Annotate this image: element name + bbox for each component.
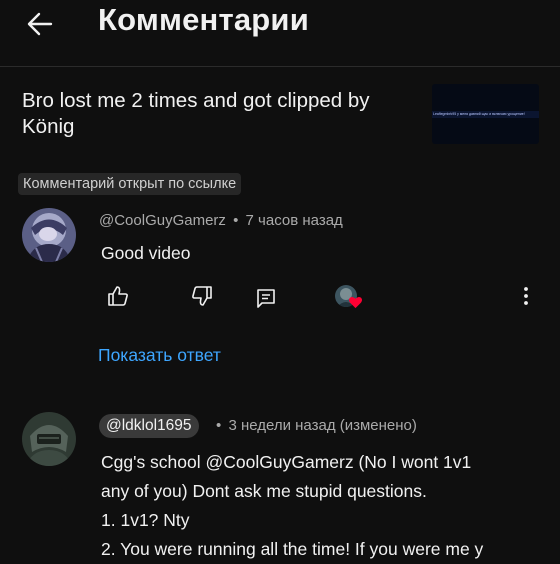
meta-separator: • xyxy=(216,417,222,434)
reply-button[interactable] xyxy=(252,284,280,312)
video-title: Bro lost me 2 times and got clipped by K… xyxy=(22,89,370,138)
like-button[interactable] xyxy=(104,282,132,310)
header-divider xyxy=(0,66,560,67)
creator-heart-icon xyxy=(348,296,363,309)
avatar[interactable] xyxy=(22,208,76,262)
thumbnail-caption: Leaflegmbrk95 у меня давний щас и включа… xyxy=(433,112,525,116)
comment-time: 3 недели назад (изменено) xyxy=(228,417,417,434)
thumbs-down-icon xyxy=(192,286,212,306)
avatar-image xyxy=(22,412,76,466)
comment-time: 7 часов назад xyxy=(245,212,343,229)
back-button[interactable] xyxy=(24,8,56,40)
comment-line: 1. 1v1? Nty xyxy=(101,510,190,530)
comment-author-handle[interactable]: @ldklol1695 xyxy=(99,414,199,438)
comment-author[interactable]: @CoolGuyGamerz xyxy=(99,212,226,229)
video-thumbnail[interactable]: Leaflegmbrk95 у меня давний щас и включа… xyxy=(432,84,539,144)
comment-text: Good video xyxy=(101,243,191,263)
comment-meta: @CoolGuyGamerz • 7 часов назад xyxy=(99,212,343,229)
avatar-image xyxy=(22,208,76,262)
creator-heart xyxy=(335,285,365,313)
top-app-bar: Комментарии xyxy=(0,0,560,50)
comment-meta: • 3 недели назад (изменено) xyxy=(213,417,417,434)
arrow-left-icon xyxy=(27,12,53,36)
comment-text: Cgg's school @CoolGuyGamerz (No I wont 1… xyxy=(101,448,541,564)
comment-line: Cgg's school @CoolGuyGamerz (No I wont 1… xyxy=(101,452,472,472)
comment-line: any of you) Dont ask me stupid questions… xyxy=(101,481,427,501)
comment-reply-icon xyxy=(257,289,275,308)
avatar[interactable] xyxy=(22,412,76,466)
meta-separator: • xyxy=(233,212,239,229)
page-title: Комментарии xyxy=(98,2,309,37)
thumbs-up-icon xyxy=(108,286,128,306)
linked-comment-badge: Комментарий открыт по ссылке xyxy=(18,173,242,195)
dislike-button[interactable] xyxy=(188,282,216,310)
more-vert-icon xyxy=(524,287,528,305)
more-options-button[interactable] xyxy=(512,282,540,310)
show-reply-button[interactable]: Показать ответ xyxy=(98,345,221,366)
